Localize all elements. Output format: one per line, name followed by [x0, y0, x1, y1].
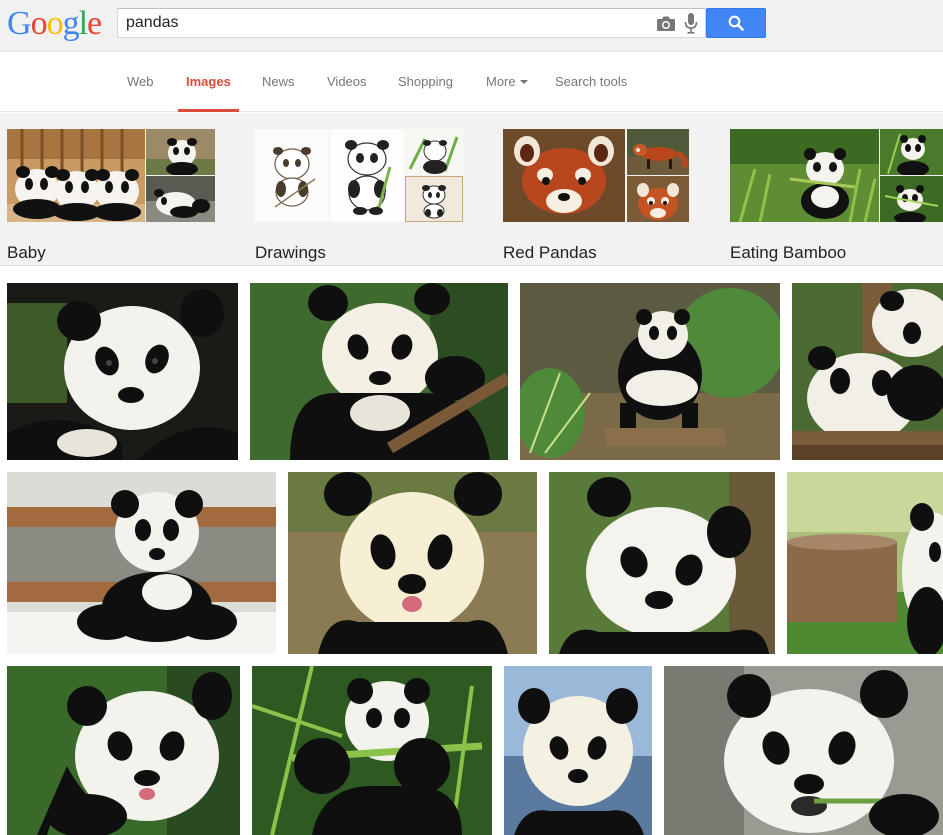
google-images-page: Google pandas Web Images News Videos Sho…: [0, 0, 943, 835]
nav-more-label: More: [486, 74, 516, 89]
image-result[interactable]: [664, 666, 943, 835]
category-thumbnail: [730, 129, 879, 222]
image-result[interactable]: [7, 283, 238, 460]
header-bar: Google: [0, 0, 943, 52]
category-thumbnail: [330, 129, 404, 222]
category-thumbnail: [627, 129, 689, 175]
logo-letter: g: [62, 5, 80, 42]
category-thumbnail: [146, 129, 215, 175]
search-nav: Web Images News Videos Shopping More Sea…: [0, 53, 943, 112]
nav-search-tools[interactable]: Search tools: [555, 74, 627, 89]
camera-icon[interactable]: [656, 15, 676, 32]
category-thumbnail: [255, 129, 329, 222]
category-thumbnail: [405, 176, 463, 222]
category-thumbnail: [503, 129, 625, 222]
search-box: [117, 8, 706, 38]
image-result[interactable]: [288, 472, 537, 654]
logo-letter: e: [87, 5, 102, 42]
logo-letter: o: [30, 5, 48, 42]
microphone-icon[interactable]: [684, 13, 698, 34]
image-result[interactable]: [787, 472, 943, 654]
related-categories: Baby Drawings Red Pandas Eating Bamboo: [0, 113, 943, 266]
nav-videos[interactable]: Videos: [327, 74, 367, 89]
google-logo[interactable]: Google: [7, 5, 102, 42]
logo-letter: G: [7, 5, 32, 42]
category-label: Eating Bamboo: [730, 243, 847, 262]
nav-more[interactable]: More: [486, 74, 528, 89]
image-result[interactable]: [252, 666, 492, 835]
category-thumbnail: [880, 176, 943, 222]
category-thumbnail: [880, 129, 943, 175]
category-thumbnail: [405, 129, 463, 175]
nav-web[interactable]: Web: [127, 74, 154, 89]
nav-news[interactable]: News: [262, 74, 295, 89]
category-drawings[interactable]: Drawings: [255, 129, 465, 262]
category-label: Drawings: [255, 243, 326, 262]
image-result[interactable]: [504, 666, 652, 835]
logo-letter: l: [78, 5, 89, 42]
search-button[interactable]: [706, 8, 766, 38]
logo-letter: o: [46, 5, 64, 42]
search-input[interactable]: [126, 9, 646, 37]
category-red-pandas[interactable]: Red Pandas: [503, 129, 713, 262]
category-label: Red Pandas: [503, 243, 597, 262]
active-tab-underline: [178, 109, 239, 112]
category-thumbnail: [7, 129, 145, 222]
nav-images[interactable]: Images: [186, 74, 231, 89]
image-result[interactable]: [7, 472, 276, 654]
category-label: Baby: [7, 243, 46, 262]
image-result[interactable]: [250, 283, 508, 460]
image-result[interactable]: [520, 283, 780, 460]
image-result[interactable]: [7, 666, 240, 835]
nav-shopping[interactable]: Shopping: [398, 74, 453, 89]
image-result[interactable]: [549, 472, 775, 654]
category-thumbnail: [627, 176, 689, 222]
image-result[interactable]: [792, 283, 943, 460]
chevron-down-icon: [519, 79, 528, 84]
category-eating-bamboo[interactable]: Eating Bamboo: [730, 129, 943, 262]
magnifier-icon: [728, 15, 744, 31]
category-thumbnail: [146, 176, 215, 222]
category-baby[interactable]: Baby: [7, 129, 217, 262]
